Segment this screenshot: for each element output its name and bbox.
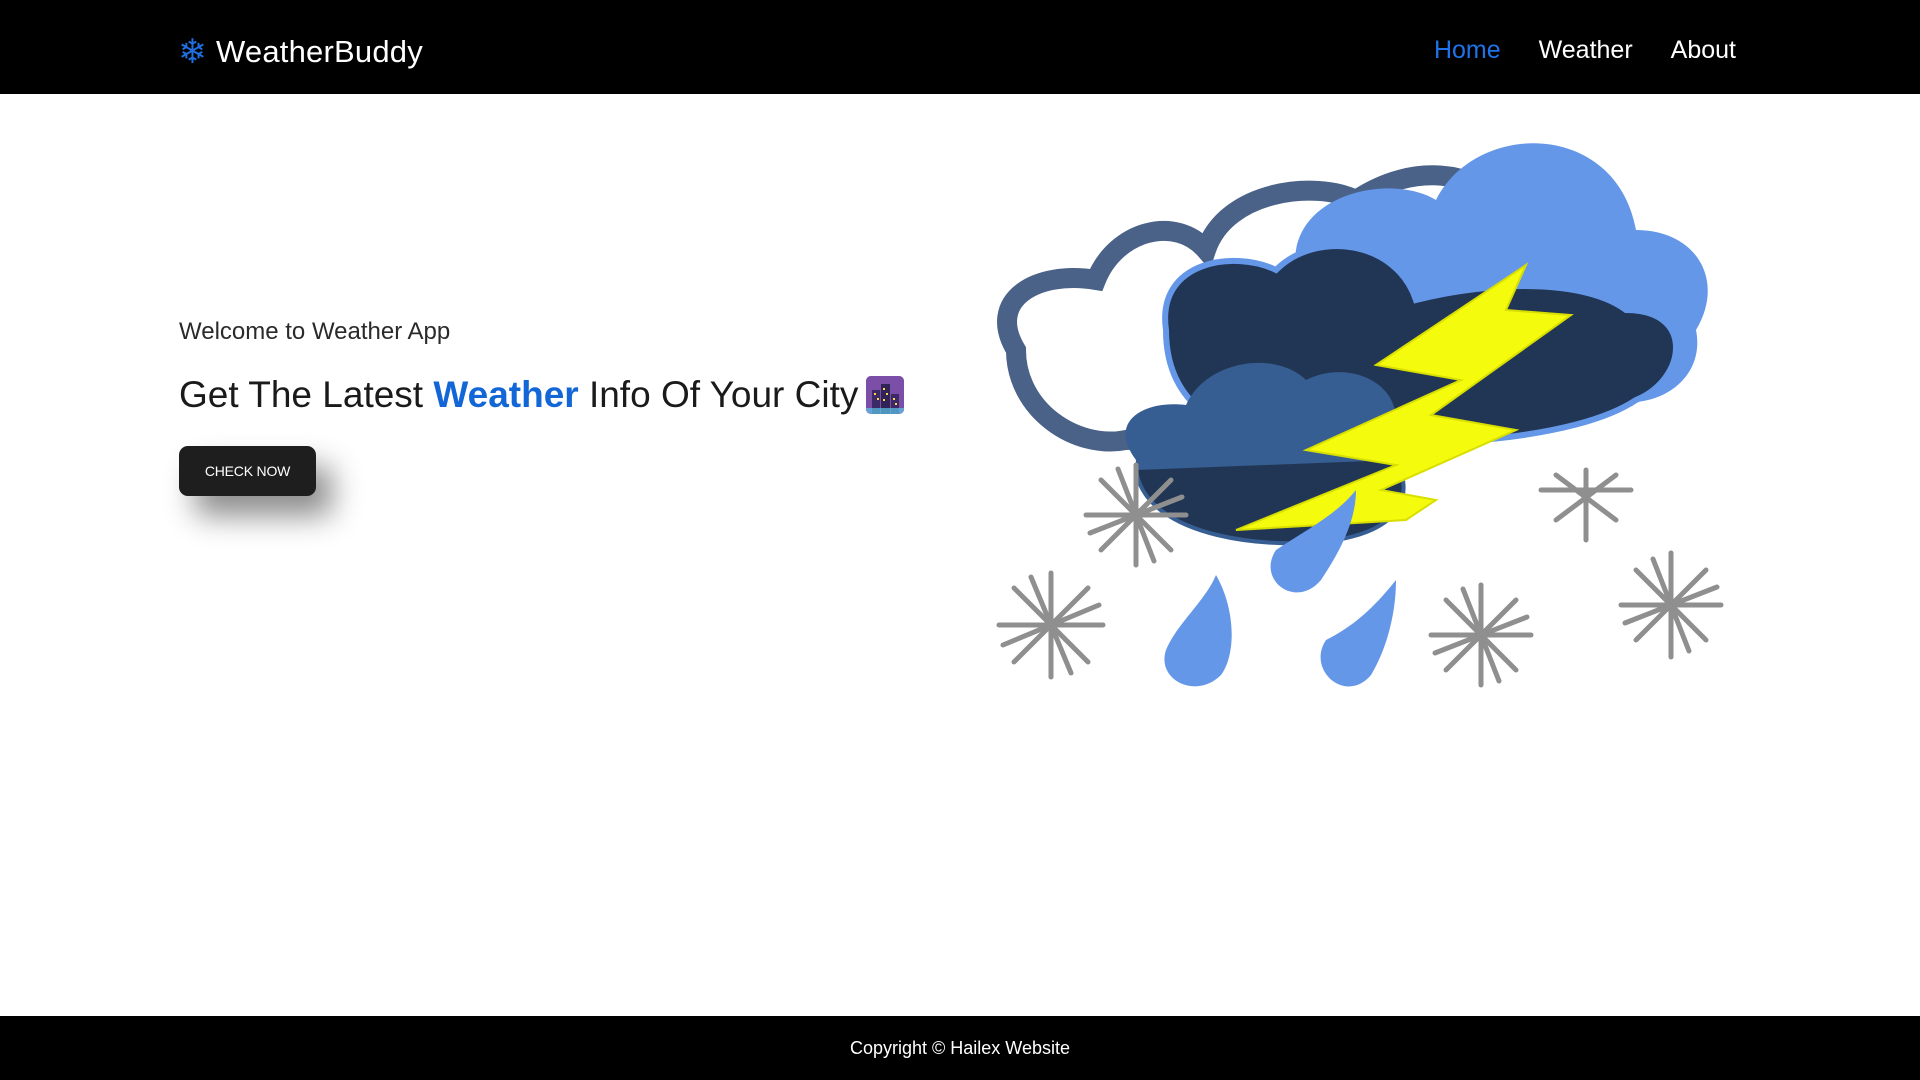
brand-logo[interactable]: ❄ WeatherBuddy: [178, 32, 423, 72]
gray-star-shape: [1083, 462, 1189, 568]
gray-star-shape: [1618, 550, 1724, 660]
nav-link-home[interactable]: Home: [1434, 36, 1501, 65]
top-navbar: ❄ WeatherBuddy Home Weather About: [0, 0, 1920, 94]
gray-star-shape: [1538, 467, 1634, 543]
city-at-night-icon: [866, 376, 905, 414]
hero-title-accent: Weather: [433, 374, 579, 415]
nav-links: Home Weather About: [1434, 36, 1736, 65]
raindrop-shape: [1320, 580, 1396, 687]
hero-subtitle: Welcome to Weather App: [179, 318, 451, 345]
gray-star-shape: [996, 570, 1106, 680]
storm-illustration: [976, 120, 1746, 710]
check-now-button[interactable]: CHECK NOW: [179, 446, 316, 496]
hero-title-suffix: Info Of Your City: [578, 374, 859, 415]
gray-star-shape: [1428, 582, 1534, 688]
raindrop-shape: [1164, 575, 1232, 687]
nav-link-weather[interactable]: Weather: [1539, 36, 1633, 65]
footer-copyright: Copyright © Hailex Website: [849, 1037, 1071, 1058]
chevron-right-icon[interactable]: ›: [1674, 400, 1698, 428]
hero-section: Welcome to Weather App Get The Latest We…: [179, 318, 905, 496]
footer: Copyright © Hailex Website: [0, 1016, 1920, 1080]
nav-link-about[interactable]: About: [1671, 36, 1736, 65]
brand-name: WeatherBuddy: [216, 34, 423, 69]
hero-title-prefix: Get The Latest: [179, 374, 434, 415]
hero-title: Get The Latest Weather Info Of Your City: [179, 374, 905, 416]
snowflake-icon: ❄: [178, 32, 207, 72]
